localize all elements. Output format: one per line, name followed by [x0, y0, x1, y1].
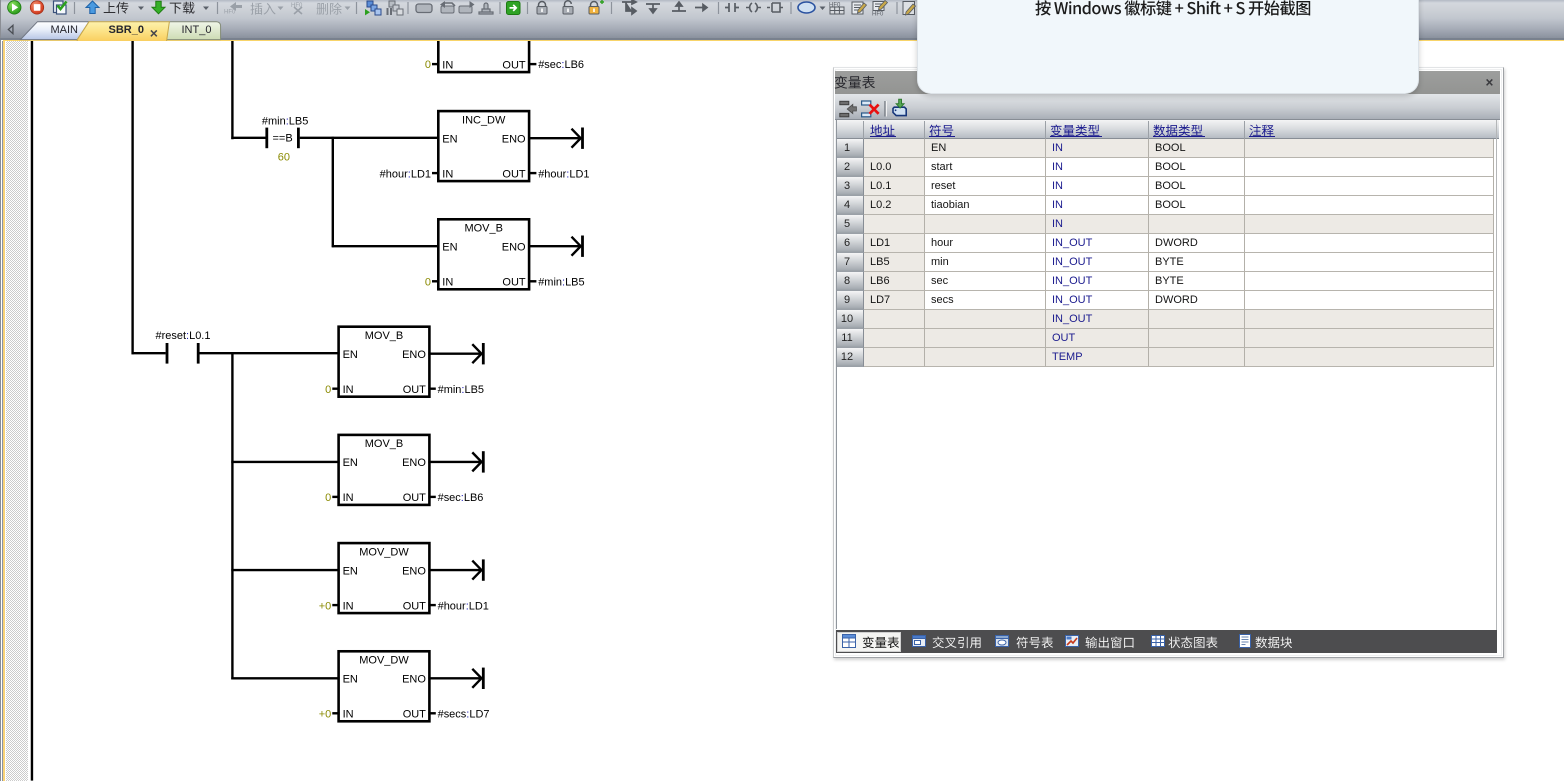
svg-text:IN: IN [343, 384, 354, 396]
svg-text:OUT: OUT [403, 384, 426, 396]
svg-text:EN: EN [343, 674, 358, 686]
svg-text:#min:LB5: #min:LB5 [438, 384, 484, 396]
svg-text:OUT: OUT [502, 169, 525, 181]
svg-text:MOV_DW: MOV_DW [359, 547, 409, 559]
svg-text:0: 0 [425, 277, 431, 289]
svg-text:EN: EN [343, 566, 358, 578]
svg-text:#hour:LD1: #hour:LD1 [538, 169, 589, 181]
svg-text:MOV_DW: MOV_DW [359, 655, 409, 667]
svg-text:OUT: OUT [502, 277, 525, 289]
svg-text:EN: EN [442, 242, 457, 254]
svg-text:#min:LB5: #min:LB5 [538, 277, 584, 289]
svg-text:EN: EN [343, 349, 358, 361]
svg-text:ENO: ENO [402, 566, 426, 578]
svg-text:IN: IN [343, 492, 354, 504]
svg-text:MOV_B: MOV_B [365, 438, 403, 450]
svg-text:EN: EN [343, 457, 358, 469]
svg-text:MOV_B: MOV_B [464, 223, 502, 235]
svg-text:#sec:LB6: #sec:LB6 [438, 492, 484, 504]
svg-text:#secs:LD7: #secs:LD7 [438, 709, 490, 721]
svg-text:+0: +0 [319, 709, 332, 721]
svg-text:IN: IN [442, 169, 453, 181]
svg-text:ENO: ENO [402, 349, 426, 361]
svg-text:MOV_B: MOV_B [365, 330, 403, 342]
svg-text:IN: IN [343, 709, 354, 721]
svg-text:IN: IN [343, 601, 354, 613]
svg-text:#hour:LD1: #hour:LD1 [380, 169, 431, 181]
svg-text:60: 60 [278, 152, 290, 164]
svg-text:IN: IN [442, 277, 453, 289]
svg-text:OUT: OUT [403, 709, 426, 721]
svg-text:OUT: OUT [403, 492, 426, 504]
svg-text:#hour:LD1: #hour:LD1 [438, 601, 489, 613]
svg-text:ENO: ENO [402, 457, 426, 469]
svg-text:+0: +0 [319, 601, 332, 613]
svg-text:ENO: ENO [402, 674, 426, 686]
svg-text:OUT: OUT [403, 601, 426, 613]
svg-text:ENO: ENO [502, 242, 526, 254]
svg-text:#reset:L0.1: #reset:L0.1 [156, 330, 211, 342]
svg-text:0: 0 [325, 384, 331, 396]
svg-text:0: 0 [325, 492, 331, 504]
